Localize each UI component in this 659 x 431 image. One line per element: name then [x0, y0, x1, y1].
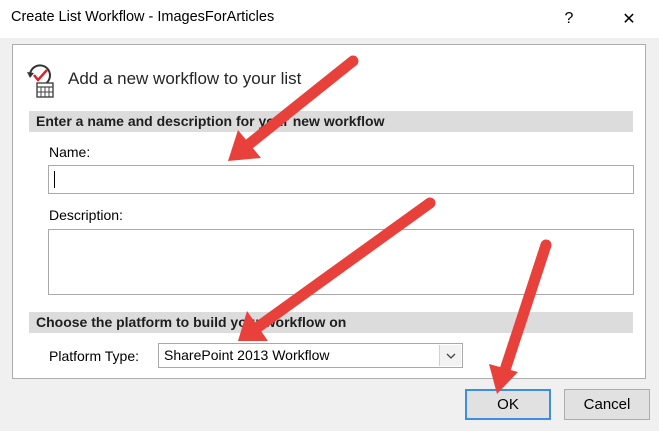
- name-label: Name:: [49, 144, 91, 160]
- chevron-down-icon[interactable]: [439, 345, 461, 366]
- cancel-button[interactable]: Cancel: [564, 389, 650, 420]
- close-icon: ✕: [622, 11, 636, 28]
- section-title: Choose the platform to build your workfl…: [36, 314, 347, 330]
- section-platform: Choose the platform to build your workfl…: [29, 312, 633, 333]
- name-input[interactable]: [48, 165, 634, 194]
- help-icon: ?: [564, 10, 574, 27]
- text-caret: [54, 171, 55, 188]
- window-title: Create List Workflow - ImagesForArticles: [11, 9, 275, 25]
- platform-type-label: Platform Type:: [49, 348, 140, 364]
- help-button[interactable]: ?: [546, 0, 592, 38]
- workflow-icon: [27, 64, 54, 98]
- dialog-content: Add a new workflow to your list Enter a …: [12, 44, 646, 379]
- section-title: Enter a name and description for your ne…: [36, 113, 385, 129]
- platform-type-value: SharePoint 2013 Workflow: [164, 347, 330, 363]
- dialog-heading: Add a new workflow to your list: [68, 69, 302, 88]
- description-input[interactable]: [48, 229, 634, 295]
- ok-button[interactable]: OK: [465, 389, 551, 420]
- platform-type-select[interactable]: SharePoint 2013 Workflow: [158, 343, 463, 368]
- section-name-description: Enter a name and description for your ne…: [29, 111, 633, 132]
- title-bar: Create List Workflow - ImagesForArticles…: [0, 0, 659, 38]
- description-label: Description:: [49, 207, 123, 223]
- close-button[interactable]: ✕: [606, 0, 652, 38]
